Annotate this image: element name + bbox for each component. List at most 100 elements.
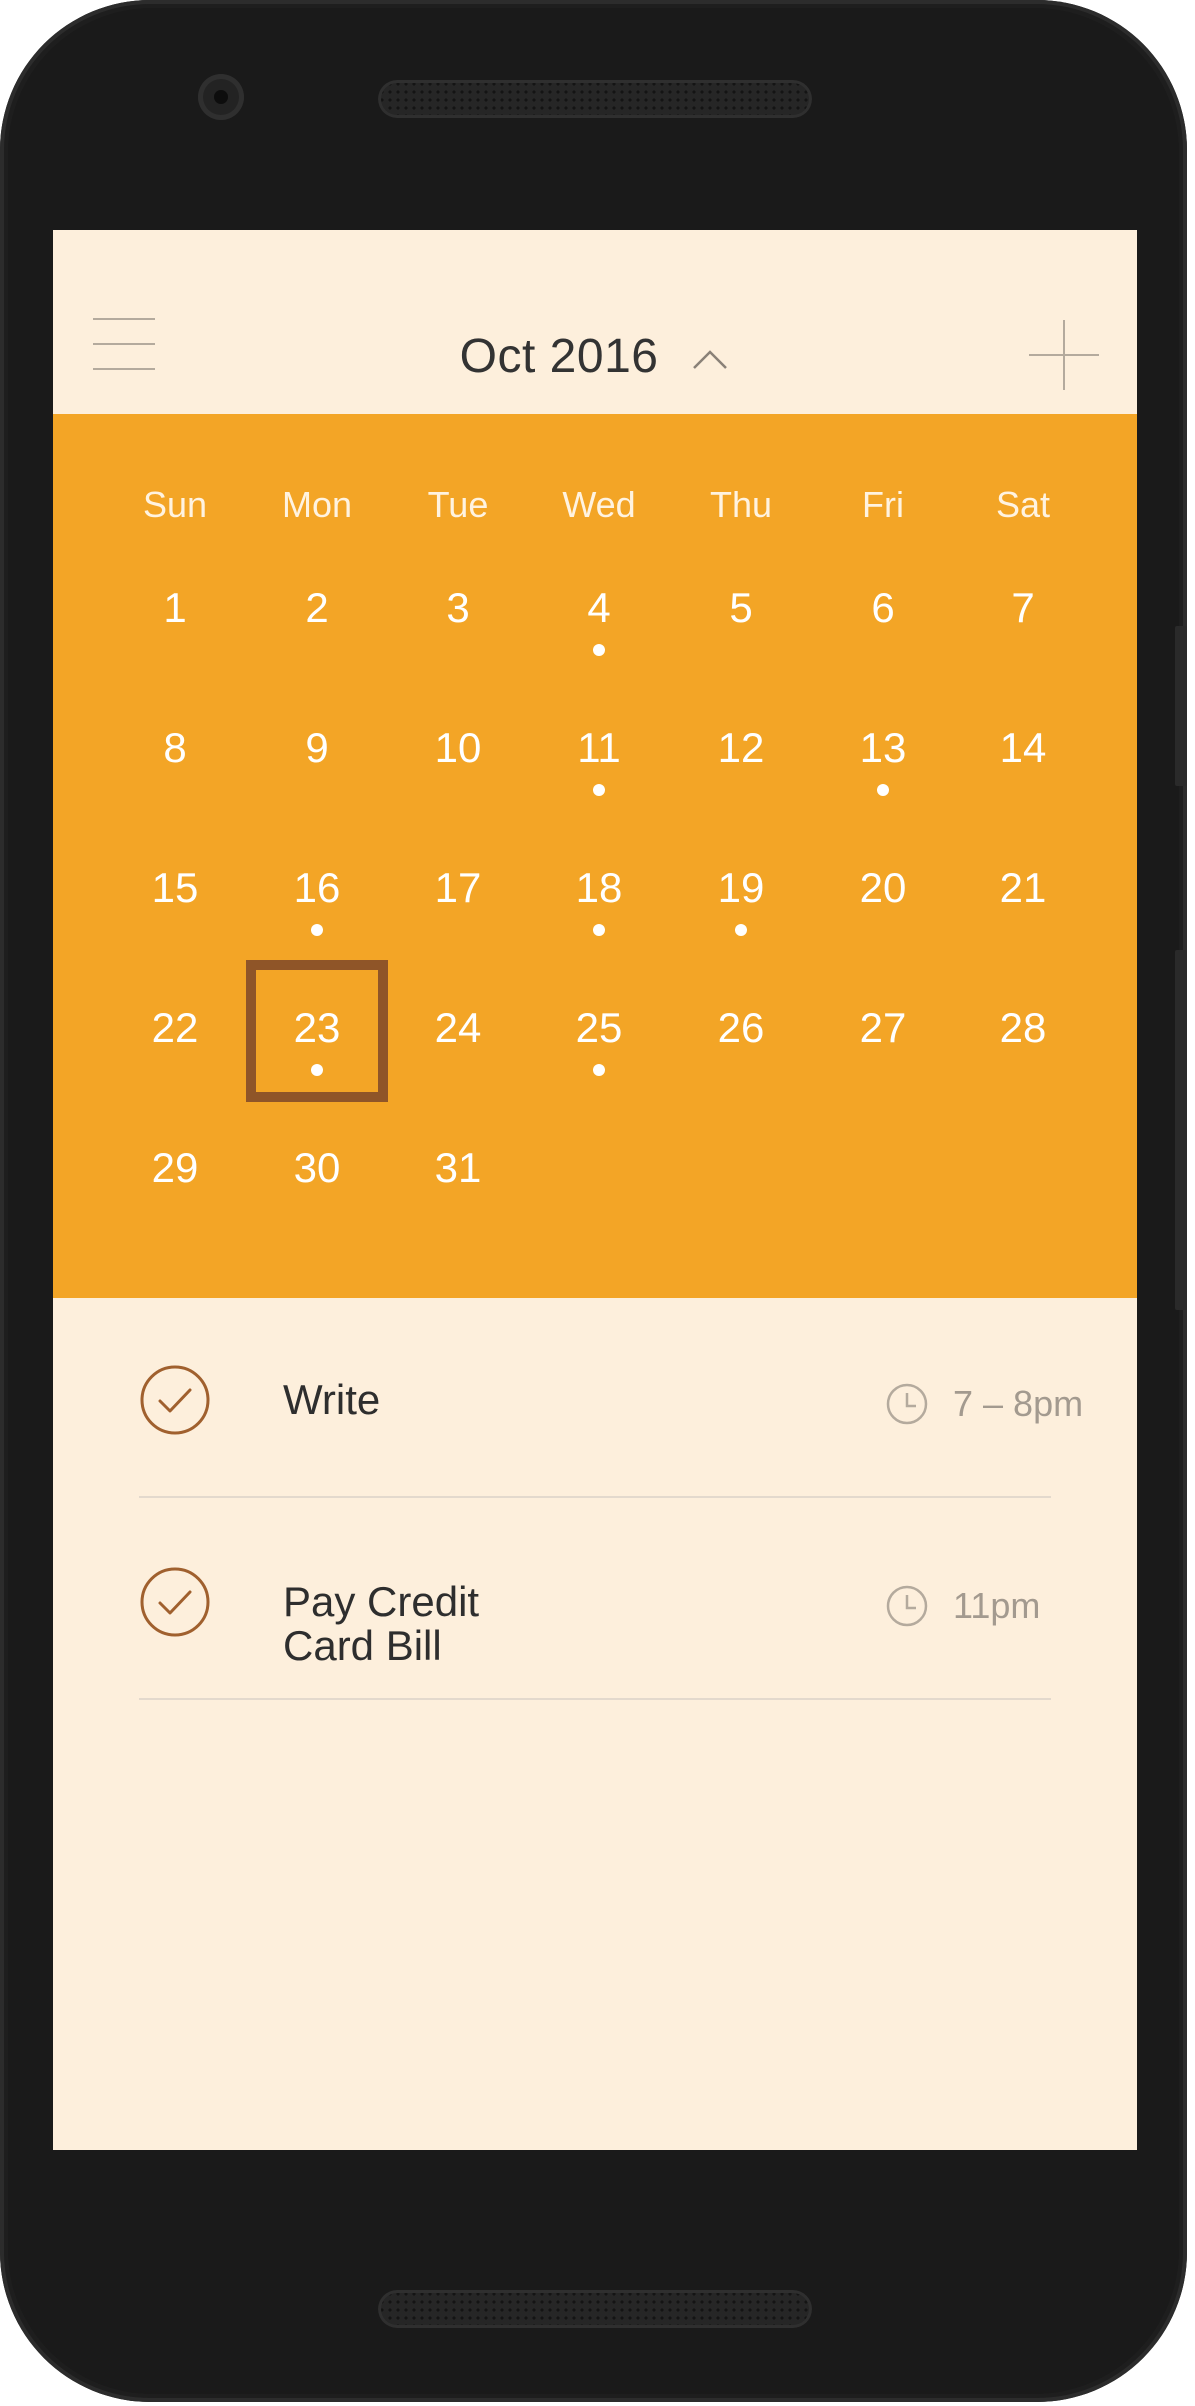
calendar-day[interactable]: 19 — [670, 820, 812, 962]
weekday-label: Sun — [142, 484, 208, 525]
weekday-label: Thu — [709, 484, 773, 525]
day-number: 24 — [434, 1004, 482, 1051]
weekday-label: Tue — [427, 484, 489, 525]
day-number: 18 — [575, 864, 623, 911]
calendar-day[interactable]: 29 — [104, 1100, 246, 1242]
front-camera-icon — [198, 74, 244, 120]
day-number: 3 — [446, 584, 470, 631]
day-number: 7 — [1011, 584, 1035, 631]
divider — [139, 1496, 1051, 1498]
day-number: 2 — [305, 584, 329, 631]
top-speaker — [378, 80, 812, 118]
day-number: 31 — [434, 1144, 482, 1191]
calendar-day[interactable]: 5 — [670, 540, 812, 682]
day-number: 14 — [999, 724, 1047, 771]
event-dot-icon — [877, 784, 889, 796]
calendar-day[interactable]: 14 — [952, 680, 1094, 822]
event-dot-icon — [593, 644, 605, 656]
day-number: 11 — [577, 724, 621, 771]
day-number: 21 — [999, 864, 1047, 911]
calendar-day[interactable]: 11 — [528, 680, 670, 822]
power-button — [1175, 950, 1187, 1310]
weekday-label: Wed — [562, 484, 636, 525]
calendar-day[interactable]: 7 — [952, 540, 1094, 682]
calendar-day[interactable]: 26 — [670, 960, 812, 1102]
calendar-day[interactable]: 8 — [104, 680, 246, 822]
calendar-day[interactable]: 10 — [387, 680, 529, 822]
event-dot-icon — [593, 924, 605, 936]
day-number: 23 — [293, 1004, 341, 1051]
clock-icon — [886, 1585, 928, 1627]
task-title: Pay Credit Card Bill — [283, 1578, 480, 1669]
day-number: 29 — [151, 1144, 199, 1191]
day-number: 28 — [999, 1004, 1047, 1051]
weekday-label: Fri — [862, 484, 904, 525]
weekday-label: Sat — [995, 484, 1051, 525]
task-time: 7 – 8pm — [953, 1383, 1084, 1424]
day-number: 27 — [859, 1004, 907, 1051]
day-number: 10 — [434, 724, 482, 771]
weekday-label: Mon — [281, 484, 353, 525]
chevron-up-icon — [693, 350, 728, 370]
calendar-day[interactable]: 15 — [104, 820, 246, 962]
app-screen: Oct 2016 Sun Mon Tue Wed Thu Fri Sat 1 2 3 4 5 6 7 8 9 1… — [53, 230, 1137, 2150]
calendar-day[interactable]: 12 — [670, 680, 812, 822]
calendar-day[interactable]: 31 — [387, 1100, 529, 1242]
divider — [139, 1698, 1051, 1700]
day-number: 26 — [717, 1004, 765, 1051]
day-number: 9 — [305, 724, 329, 771]
volume-button — [1175, 626, 1187, 786]
calendar-day[interactable]: 16 — [246, 820, 388, 962]
calendar-day[interactable]: 27 — [812, 960, 954, 1102]
calendar-day[interactable]: 6 — [812, 540, 954, 682]
calendar-day[interactable]: 1 — [104, 540, 246, 682]
calendar-day[interactable]: 3 — [387, 540, 529, 682]
calendar-day[interactable]: 24 — [387, 960, 529, 1102]
task-item[interactable]: Write 7 – 8pm — [139, 1298, 1083, 1498]
day-number: 25 — [575, 1004, 623, 1051]
phone-frame: Oct 2016 Sun Mon Tue Wed Thu Fri Sat 1 2 3 4 5 6 7 8 9 1… — [0, 0, 1187, 2402]
app-bar: Oct 2016 — [53, 230, 1137, 414]
day-number: 8 — [163, 724, 187, 771]
month-title: Oct 2016 — [459, 330, 659, 384]
day-number: 30 — [293, 1144, 341, 1191]
day-number: 19 — [717, 864, 765, 911]
day-number: 17 — [434, 864, 482, 911]
event-dot-icon — [311, 1064, 323, 1076]
calendar-day[interactable]: 30 — [246, 1100, 388, 1242]
day-number: 16 — [293, 864, 341, 911]
event-dot-icon — [593, 784, 605, 796]
task-title: Write — [283, 1376, 381, 1423]
plus-icon[interactable] — [1029, 320, 1099, 390]
task-time: 11pm — [953, 1585, 1041, 1626]
calendar-day[interactable]: 4 — [528, 540, 670, 682]
task-item[interactable]: Pay Credit Card Bill 11pm — [139, 1500, 1051, 1700]
event-dot-icon — [735, 924, 747, 936]
day-number: 5 — [729, 584, 753, 631]
calendar-day-selected[interactable]: 23 — [246, 960, 388, 1102]
calendar-day[interactable]: 17 — [387, 820, 529, 962]
check-circle-icon[interactable] — [139, 1364, 211, 1436]
day-number: 4 — [587, 584, 611, 631]
calendar-day[interactable]: 25 — [528, 960, 670, 1102]
calendar-day[interactable]: 9 — [246, 680, 388, 822]
calendar-day[interactable]: 28 — [952, 960, 1094, 1102]
calendar-day[interactable]: 22 — [104, 960, 246, 1102]
calendar-day[interactable]: 13 — [812, 680, 954, 822]
calendar-day[interactable]: 2 — [246, 540, 388, 682]
day-number: 6 — [871, 584, 895, 631]
day-number: 15 — [151, 864, 199, 911]
day-number: 22 — [151, 1004, 199, 1051]
month-selector[interactable]: Oct 2016 — [53, 318, 1137, 392]
calendar-day[interactable]: 20 — [812, 820, 954, 962]
day-number: 1 — [163, 584, 187, 631]
day-number: 20 — [859, 864, 907, 911]
calendar-day[interactable]: 21 — [952, 820, 1094, 962]
calendar-day[interactable]: 18 — [528, 820, 670, 962]
month-calendar: Sun Mon Tue Wed Thu Fri Sat 1 2 3 4 5 6 7 8 9 10 11 12 13 14… — [53, 414, 1137, 1298]
event-dot-icon — [593, 1064, 605, 1076]
check-circle-icon[interactable] — [139, 1566, 211, 1638]
bottom-speaker — [378, 2290, 812, 2328]
day-number: 12 — [717, 724, 765, 771]
day-number: 13 — [859, 724, 907, 771]
